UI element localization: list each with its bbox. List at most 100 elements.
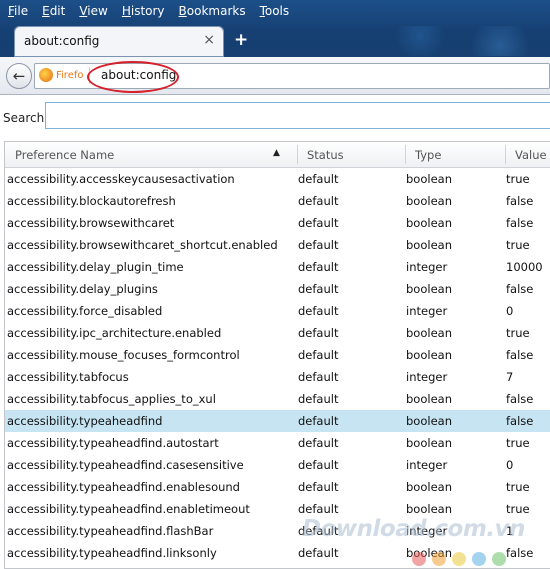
- titlebar-decoration: [380, 26, 550, 56]
- pref-name-cell: accessibility.delay_plugins: [7, 282, 158, 296]
- pref-name-cell: accessibility.typeaheadfind.enablesound: [7, 480, 240, 494]
- status-cell: default: [298, 304, 339, 318]
- watermark: Download.com.vn: [302, 516, 525, 542]
- watermark-dot: [472, 552, 486, 566]
- watermark-dot: [452, 552, 466, 566]
- pref-name-cell: accessibility.force_disabled: [7, 304, 163, 318]
- status-cell: default: [298, 238, 339, 252]
- table-row[interactable]: accessibility.accesskeycausesactivation d…: [5, 168, 550, 190]
- pref-name-cell: accessibility.tabfocus: [7, 370, 129, 384]
- status-cell: default: [298, 260, 339, 274]
- type-cell: boolean: [406, 282, 452, 296]
- value-cell: true: [506, 502, 530, 516]
- menu-file[interactable]: File: [2, 4, 34, 18]
- value-cell: false: [506, 348, 534, 362]
- table-header: Preference Name ▲ Status Type Value: [5, 142, 550, 168]
- column-value[interactable]: Value: [515, 148, 547, 162]
- tab-about-config[interactable]: about:config ×: [14, 26, 224, 57]
- table-row[interactable]: accessibility.delay_plugins default boolea…: [5, 278, 550, 300]
- window-chrome: File Edit View History Bookmarks Tools a…: [0, 0, 550, 57]
- value-cell: 0: [506, 458, 514, 472]
- value-cell: false: [506, 392, 534, 406]
- table-row[interactable]: accessibility.mouse_focuses_formcontrol d…: [5, 344, 550, 366]
- value-cell: true: [506, 480, 530, 494]
- navigation-bar: ← Firefo about:config: [0, 57, 550, 95]
- status-cell: default: [298, 216, 339, 230]
- column-status[interactable]: Status: [307, 148, 344, 162]
- table-row[interactable]: accessibility.typeaheadfind.casesensitiv…: [5, 454, 550, 476]
- value-cell: 10000: [506, 260, 543, 274]
- type-cell: boolean: [406, 238, 452, 252]
- search-input[interactable]: [45, 102, 550, 129]
- menu-view[interactable]: View: [73, 4, 113, 18]
- menu-tools[interactable]: Tools: [254, 4, 296, 18]
- status-cell: default: [298, 436, 339, 450]
- pref-name-cell: accessibility.blockautorefresh: [7, 194, 176, 208]
- pref-name-cell: accessibility.browsewithcaret_shortcut.e…: [7, 238, 278, 252]
- pref-name-cell: accessibility.tabfocus_applies_to_xul: [7, 392, 216, 406]
- table-row[interactable]: accessibility.delay_plugin_time default in…: [5, 256, 550, 278]
- value-cell: true: [506, 172, 530, 186]
- status-cell: default: [298, 502, 339, 516]
- column-divider[interactable]: [297, 145, 298, 164]
- back-button[interactable]: ←: [6, 63, 32, 89]
- new-tab-icon[interactable]: +: [234, 30, 248, 50]
- value-cell: false: [506, 414, 534, 428]
- identity-label: Firefo: [56, 69, 84, 81]
- pref-name-cell: accessibility.delay_plugin_time: [7, 260, 184, 274]
- tab-title: about:config: [24, 34, 100, 48]
- value-cell: 7: [506, 370, 514, 384]
- table-row[interactable]: accessibility.browsewithcaret_shortcut.e…: [5, 234, 550, 256]
- pref-name-cell: accessibility.typeaheadfind.enabletimeou…: [7, 502, 250, 516]
- url-bar[interactable]: Firefo about:config: [34, 61, 550, 93]
- table-row[interactable]: accessibility.force_disabled default integ…: [5, 300, 550, 322]
- value-cell: true: [506, 436, 530, 450]
- type-cell: boolean: [406, 326, 452, 340]
- watermark-dots: [412, 552, 506, 566]
- status-cell: default: [298, 546, 339, 560]
- table-row[interactable]: accessibility.tabfocus default integer 7: [5, 366, 550, 388]
- type-cell: integer: [406, 370, 448, 384]
- value-cell: false: [506, 216, 534, 230]
- value-cell: false: [506, 282, 534, 296]
- status-cell: default: [298, 480, 339, 494]
- pref-name-cell: accessibility.typeaheadfind.autostart: [7, 436, 219, 450]
- value-cell: true: [506, 326, 530, 340]
- search-row: Search:: [0, 100, 550, 136]
- table-row[interactable]: accessibility.tabfocus_applies_to_xul def…: [5, 388, 550, 410]
- pref-name-cell: accessibility.typeaheadfind.casesensitiv…: [7, 458, 244, 472]
- type-cell: boolean: [406, 392, 452, 406]
- highlight-ring: [87, 61, 179, 93]
- type-cell: boolean: [406, 414, 452, 428]
- table-row[interactable]: accessibility.typeaheadfind.enablesound d…: [5, 476, 550, 498]
- pref-name-cell: accessibility.browsewithcaret: [7, 216, 175, 230]
- column-divider[interactable]: [405, 145, 406, 164]
- status-cell: default: [298, 348, 339, 362]
- menu-edit[interactable]: Edit: [36, 4, 71, 18]
- column-preference-name[interactable]: Preference Name: [15, 148, 114, 162]
- preferences-table: Preference Name ▲ Status Type Value acce…: [4, 141, 550, 569]
- menu-bookmarks[interactable]: Bookmarks: [173, 4, 252, 18]
- column-type[interactable]: Type: [415, 148, 441, 162]
- value-cell: 0: [506, 304, 514, 318]
- table-row[interactable]: accessibility.blockautorefresh default boo…: [5, 190, 550, 212]
- sort-ascending-icon: ▲: [273, 148, 280, 158]
- menu-history[interactable]: History: [116, 4, 171, 18]
- table-row[interactable]: accessibility.browsewithcaret default bool…: [5, 212, 550, 234]
- column-divider[interactable]: [505, 145, 506, 164]
- close-tab-icon[interactable]: ×: [203, 32, 215, 48]
- table-row[interactable]: accessibility.typeaheadfind.autostart def…: [5, 432, 550, 454]
- table-row[interactable]: accessibility.ipc_architecture.enabled de…: [5, 322, 550, 344]
- type-cell: boolean: [406, 480, 452, 494]
- site-identity-button[interactable]: Firefo: [39, 68, 84, 82]
- pref-name-cell: accessibility.ipc_architecture.enabled: [7, 326, 222, 340]
- type-cell: integer: [406, 458, 448, 472]
- table-row[interactable]: accessibility.typeaheadfind default boolea…: [5, 410, 550, 432]
- watermark-dot: [432, 552, 446, 566]
- status-cell: default: [298, 282, 339, 296]
- type-cell: boolean: [406, 172, 452, 186]
- type-cell: boolean: [406, 436, 452, 450]
- type-cell: integer: [406, 260, 448, 274]
- value-cell: false: [506, 546, 534, 560]
- pref-name-cell: accessibility.mouse_focuses_formcontrol: [7, 348, 240, 362]
